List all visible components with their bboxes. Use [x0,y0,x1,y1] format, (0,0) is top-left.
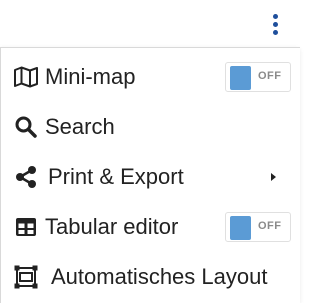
toggle-knob [230,216,251,240]
menu-item-tabular-editor[interactable]: Tabular editor OFF [1,202,301,252]
toggle-state-label: OFF [258,220,282,232]
mini-map-toggle[interactable]: OFF [225,62,291,92]
menu-item-label: Print & Export [48,164,184,189]
kebab-dot [272,13,278,19]
menu-item-print-export[interactable]: Print & Export [1,152,301,202]
dropdown-menu: Mini-map OFF Search Print & Export Tabul… [0,47,300,303]
search-icon [13,114,39,140]
more-options-icon[interactable] [262,8,288,40]
submenu-arrow-icon [271,173,276,181]
menu-item-search[interactable]: Search [1,102,301,152]
menu-item-label: Search [45,114,115,139]
menu-item-label: Automatisches Layout [51,264,268,289]
kebab-dot [272,21,278,27]
auto-layout-icon [13,264,39,290]
menu-item-mini-map[interactable]: Mini-map OFF [1,52,301,102]
kebab-dot [272,29,278,35]
map-icon [13,64,39,90]
top-strip [0,0,300,47]
tabular-editor-toggle[interactable]: OFF [225,212,291,242]
menu-item-label: Tabular editor [45,214,179,239]
menu-item-label: Mini-map [45,64,136,89]
menu-item-auto-layout[interactable]: Automatisches Layout [1,252,301,302]
share-icon [13,164,39,190]
toggle-state-label: OFF [258,70,282,82]
table-icon [13,214,39,240]
toggle-knob [230,66,251,90]
